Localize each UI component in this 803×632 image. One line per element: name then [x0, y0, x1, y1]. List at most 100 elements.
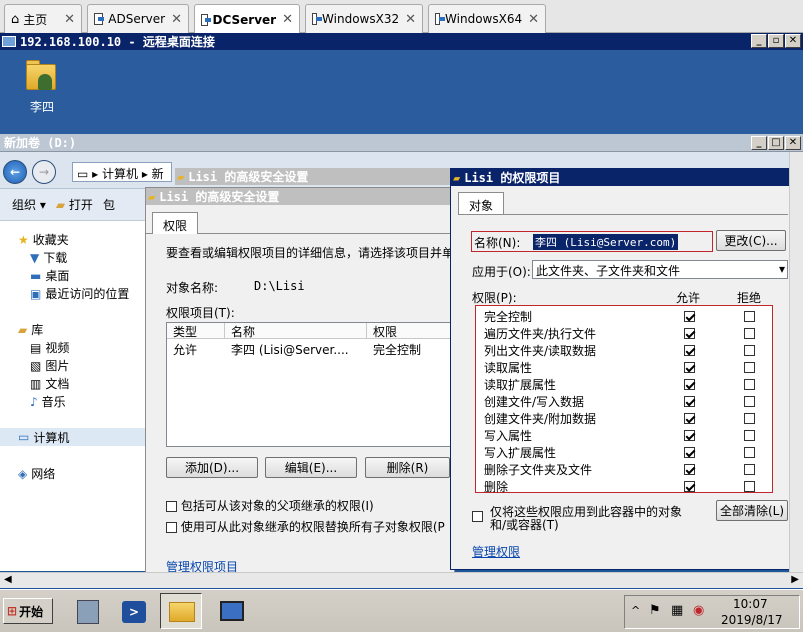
explorer-minimize-button[interactable]: _ — [751, 136, 767, 150]
scroll-left-icon[interactable]: ◀ — [4, 574, 12, 585]
tab-home[interactable]: ⌂ 主页 ✕ — [4, 4, 82, 33]
clock-date[interactable]: 2019/8/17 — [721, 613, 783, 627]
close-icon[interactable]: ✕ — [405, 12, 416, 27]
scroll-right-icon[interactable]: ▶ — [791, 574, 799, 585]
allow-checkbox[interactable] — [684, 464, 695, 475]
monitor-icon — [201, 13, 211, 26]
change-button[interactable]: 更改(C)... — [716, 230, 786, 251]
nav-downloads[interactable]: ▼ 下载 — [30, 249, 67, 266]
folder-icon: ▰ — [177, 169, 185, 184]
allow-checkbox[interactable] — [684, 379, 695, 390]
add-button[interactable]: 添加(D)... — [166, 457, 258, 478]
network-icon[interactable]: ▦ — [671, 603, 683, 618]
forward-arrow-icon[interactable]: → — [32, 160, 56, 184]
taskbar-powershell[interactable]: > — [112, 593, 154, 629]
clock-time[interactable]: 10:07 — [733, 597, 768, 611]
object-name-label: 对象名称: — [166, 281, 219, 295]
nav-pictures[interactable]: ▧ 图片 — [30, 357, 69, 374]
nav-music[interactable]: ♪ 音乐 — [30, 393, 66, 410]
replace-checkbox[interactable] — [166, 522, 177, 533]
taskbar-server-manager[interactable] — [66, 593, 108, 629]
nav-documents[interactable]: ▥ 文档 — [30, 375, 69, 392]
delete-button[interactable]: 删除(R) — [365, 457, 450, 478]
deny-checkbox[interactable] — [744, 328, 755, 339]
desktop-icon-user-folder[interactable]: 李四 — [12, 58, 72, 115]
deny-checkbox[interactable] — [744, 430, 755, 441]
remote-desktop: 李四 — [0, 50, 803, 138]
tab-adserver[interactable]: ADServer ✕ — [87, 4, 189, 33]
nav-desktop[interactable]: ▬ 桌面 — [30, 267, 69, 284]
allow-checkbox[interactable] — [684, 430, 695, 441]
chevron-down-icon: ▾ — [778, 262, 785, 276]
address-bar[interactable]: ▭ ▸ 计算机 ▸ 新 — [72, 162, 172, 182]
apply-container-checkbox[interactable] — [472, 509, 483, 523]
edit-button[interactable]: 编辑(E)... — [265, 457, 357, 478]
explorer-maximize-button[interactable]: □ — [768, 136, 784, 150]
close-icon[interactable]: ✕ — [171, 12, 182, 27]
organize-button[interactable]: 组织 ▾ — [12, 196, 46, 213]
deny-checkbox[interactable] — [744, 362, 755, 373]
close-icon[interactable]: ✕ — [528, 12, 539, 27]
col-type[interactable]: 类型 — [167, 323, 225, 339]
inherit-checkbox-row[interactable]: 包括可从该对象的父项继承的权限(I) — [166, 497, 374, 514]
volume-muted-icon[interactable]: ◉ — [693, 603, 704, 618]
taskbar-explorer[interactable] — [160, 593, 202, 629]
deny-checkbox[interactable] — [744, 447, 755, 458]
nav-videos[interactable]: ▤ 视频 — [30, 339, 69, 356]
allow-checkbox[interactable] — [684, 447, 695, 458]
open-button[interactable]: ▰ 打开 — [56, 196, 93, 213]
horizontal-scrollbar[interactable]: ◀ ▶ — [0, 572, 803, 588]
clear-all-button[interactable]: 全部清除(L) — [716, 500, 788, 521]
allow-checkbox[interactable] — [684, 396, 695, 407]
deny-checkbox[interactable] — [744, 464, 755, 475]
close-icon[interactable]: ✕ — [64, 12, 75, 27]
close-button[interactable]: ✕ — [785, 34, 801, 48]
allow-checkbox[interactable] — [684, 328, 695, 339]
flag-icon[interactable]: ⚑ — [649, 603, 661, 618]
deny-checkbox[interactable] — [744, 396, 755, 407]
deny-checkbox[interactable] — [744, 481, 755, 492]
deny-checkbox[interactable] — [744, 345, 755, 356]
allow-checkbox[interactable] — [684, 481, 695, 492]
apply-to-select[interactable]: 此文件夹、子文件夹和文件 ▾ — [532, 260, 788, 279]
table-row[interactable]: 允许 李四 (Lisi@Server.... 完全控制 — [167, 340, 455, 357]
chevron-up-icon[interactable]: ^ — [631, 604, 640, 617]
vertical-scrollbar[interactable] — [789, 152, 803, 572]
nav-favorites[interactable]: ★ 收藏夹 — [18, 231, 69, 248]
allow-checkbox[interactable] — [684, 413, 695, 424]
close-icon[interactable]: ✕ — [282, 12, 293, 27]
explorer-close-button[interactable]: ✕ — [785, 136, 801, 150]
minimize-button[interactable]: _ — [751, 34, 767, 48]
start-button[interactable]: ⊞ 开始 — [3, 598, 53, 624]
explorer-command-bar: 组织 ▾ ▰ 打开 包 — [0, 189, 150, 221]
allow-checkbox[interactable] — [684, 311, 695, 322]
col-permission[interactable]: 权限 — [367, 323, 457, 339]
nav-network[interactable]: ◈ 网络 — [18, 465, 55, 482]
deny-checkbox[interactable] — [744, 413, 755, 424]
back-arrow-icon[interactable]: ← — [3, 160, 27, 184]
include-button[interactable]: 包 — [103, 196, 115, 213]
allow-checkbox[interactable] — [684, 345, 695, 356]
taskbar-rdp[interactable] — [210, 593, 252, 629]
nav-computer[interactable]: ▭ 计算机 — [0, 428, 145, 446]
replace-checkbox-row[interactable]: 使用可从此对象继承的权限替换所有子对象权限(P — [166, 518, 445, 535]
restore-button[interactable]: ▫ — [768, 34, 784, 48]
permission-entries-list[interactable]: 类型 名称 权限 允许 李四 (Lisi@Server.... 完全控制 — [166, 322, 457, 447]
tab-windowsx32[interactable]: WindowsX32 ✕ — [305, 4, 423, 33]
explorer-title: 新加卷 (D:) — [4, 136, 77, 150]
inherit-checkbox[interactable] — [166, 501, 177, 512]
nav-recent[interactable]: ▣ 最近访问的位置 — [30, 285, 129, 302]
tab-object[interactable]: 对象 — [458, 192, 505, 214]
tab-dcserver[interactable]: DCServer ✕ — [194, 4, 300, 34]
deny-checkbox[interactable] — [744, 379, 755, 390]
tab-windowsx64[interactable]: WindowsX64 ✕ — [428, 4, 546, 33]
nav-libraries[interactable]: ▰ 库 — [18, 321, 43, 338]
col-name[interactable]: 名称 — [225, 323, 367, 339]
tab-permissions[interactable]: 权限 — [152, 212, 199, 234]
perm-row: 读取属性 — [476, 358, 772, 375]
manage-permissions-link[interactable]: 管理权限 — [472, 543, 520, 560]
name-label: 名称(N): — [474, 236, 521, 250]
allow-checkbox[interactable] — [684, 362, 695, 373]
permissions-list[interactable]: 完全控制 遍历文件夹/执行文件 列出文件夹/读取数据 读取属性 读取扩展属性 创… — [475, 305, 773, 494]
deny-checkbox[interactable] — [744, 311, 755, 322]
